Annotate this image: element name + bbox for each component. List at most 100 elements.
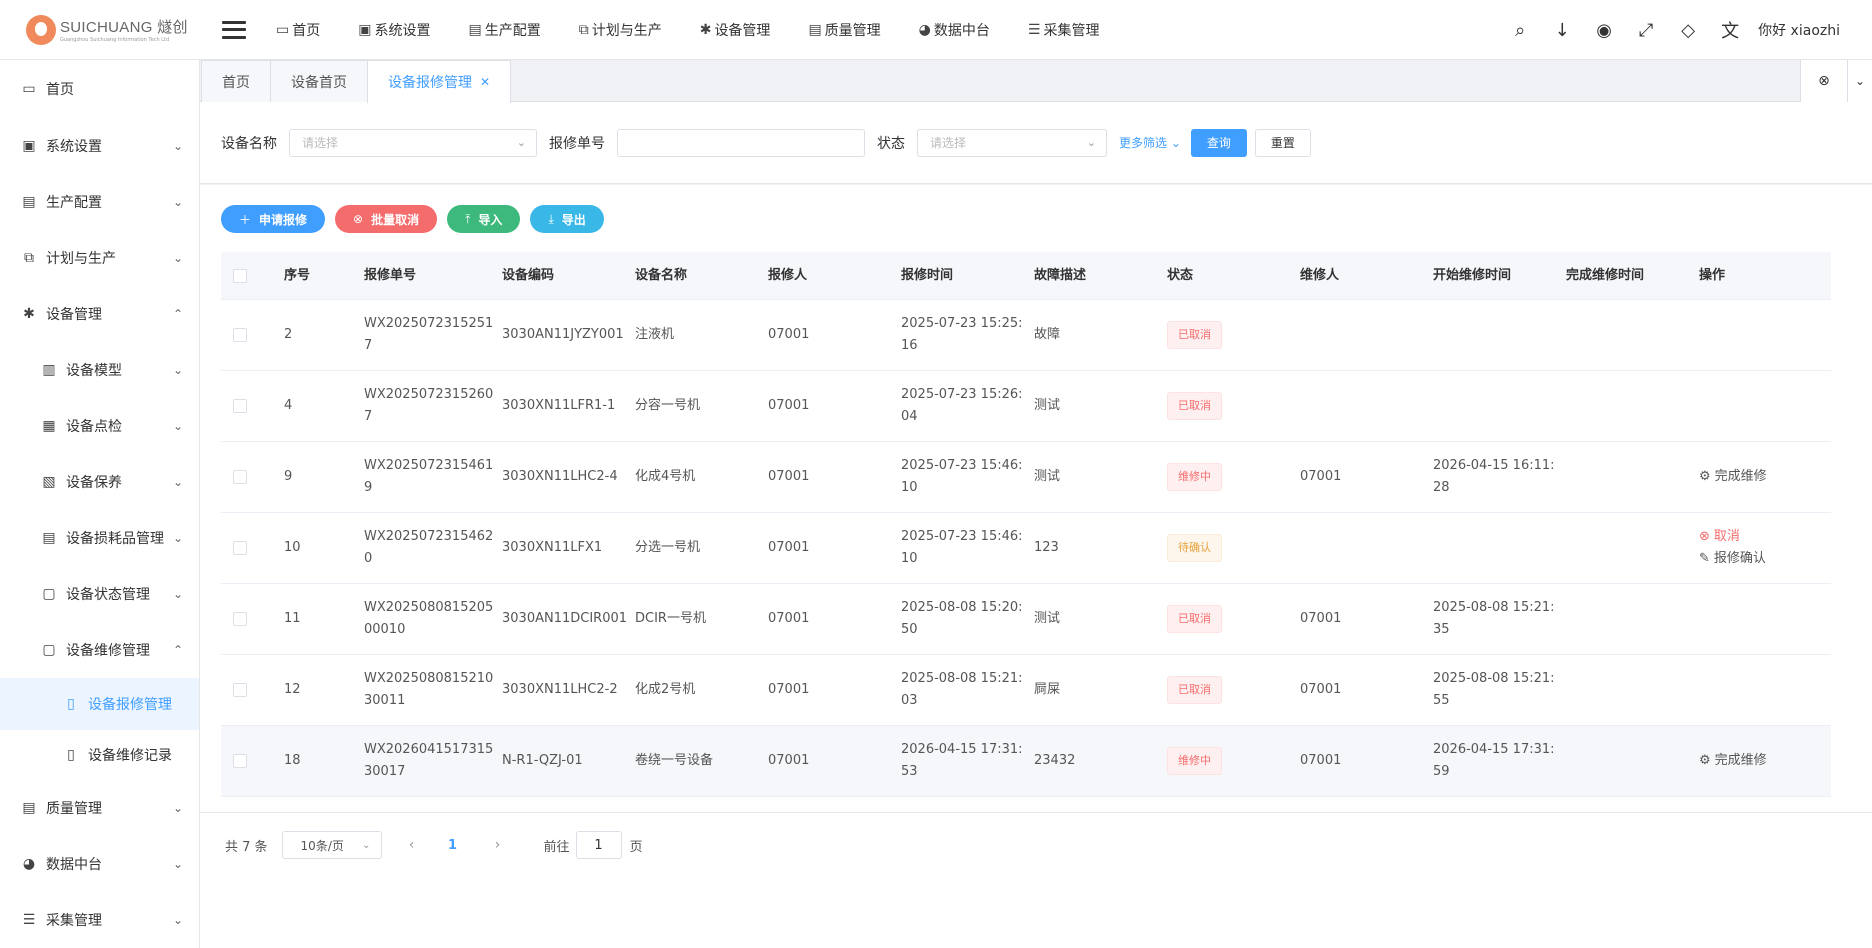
cancel-link[interactable]: ⊗ 取消 [1699,526,1791,548]
prev-page-icon[interactable]: ‹ [392,837,432,853]
sidebar-item[interactable]: ⧉ 计划与生产 ⌄ [0,230,199,286]
repair-no-input[interactable] [617,128,865,157]
complete-repair-link[interactable]: ⚙ 完成维修 [1699,750,1791,772]
import-button[interactable]: ⤒ 导入 [447,205,521,233]
cell-seq: 9 [284,469,293,484]
select-all-checkbox[interactable] [233,268,247,283]
sidebar-item[interactable]: ▥ 设备模型 ⌄ [0,342,199,398]
table-row[interactable]: 9 WX20250723154619 3030XN11LHC2-4 化成4号机 0700… [221,442,1831,513]
chevron-down-icon: ⌄ [172,587,183,601]
table-row[interactable]: 10 WX20250723154620 3030XN11LFX1 分选一号机 07001… [221,513,1831,584]
sidebar-item[interactable]: ▢ 设备维修管理 ⌃ [0,622,199,678]
sidebar-item[interactable]: ▤ 质量管理 ⌄ [0,780,199,836]
topnav-item[interactable]: ☰ 采集管理 [1028,20,1100,40]
row-checkbox[interactable] [233,399,247,413]
chevron-down-icon[interactable]: ⌄ [1848,60,1872,102]
sidebar-item[interactable]: ▢ 设备状态管理 ⌄ [0,566,199,622]
row-checkbox[interactable] [233,754,247,768]
batch-cancel-label: 批量取消 [371,212,420,227]
sidebar-item[interactable]: ☰ 采集管理 ⌄ [0,892,199,948]
filter-bar: 设备名称 请选择 ⌄ 报修单号 状态 请选择 ⌄ 更多筛选 ⌄ 查询 重置 [200,102,1872,184]
table-row[interactable]: 18 WX202604151731530017 N-R1-QZJ-01 卷绕一号设备 0… [221,726,1831,797]
sidebar-item[interactable]: ▦ 设备点检 ⌄ [0,398,199,454]
header-cell: 报修时间 [901,267,954,283]
tab-home[interactable]: 首页 [201,60,271,102]
logo-subtitle: Guangzhou Suichuang Information Tech Ltd [60,37,170,43]
topnav-item[interactable]: ⧉ 计划与生产 [579,20,662,40]
cell-desc: 23432 [1034,753,1076,768]
briefcase-icon: ▤ [468,21,482,38]
folder-icon: ▢ [42,642,56,658]
apply-repair-button[interactable]: ＋ 申请报修 [221,205,326,233]
tab-repair-request[interactable]: 设备报修管理 ✕ [367,60,512,103]
page-number[interactable]: 1 [438,838,468,853]
repair-table: 序号 报修单号 设备编码 设备名称 报修人 报修时间 故障描述 状态 维修人 开始维修时间 完成维修… [221,252,1831,797]
cell-seq: 12 [284,682,301,697]
sidebar-item[interactable]: ✱ 设备管理 ⌃ [0,286,199,342]
cell-start: 2026-04-15 16:11:28 [1433,458,1555,495]
sidebar-item[interactable]: ▣ 系统设置 ⌄ [0,118,199,174]
cell-desc: 测试 [1034,398,1061,413]
cell-seq: 10 [284,540,301,555]
status-select[interactable]: 请选择 ⌄ [917,128,1107,157]
row-checkbox[interactable] [233,612,247,626]
table-row[interactable]: 4 WX20250723152607 3030XN11LFR1-1 分容一号机 0700… [221,371,1831,442]
query-button[interactable]: 查询 [1190,128,1247,157]
sidebar-item[interactable]: ◕ 数据中台 ⌄ [0,836,199,892]
sidebar-item[interactable]: ▤ 设备损耗品管理 ⌄ [0,510,199,566]
confirm-repair-link[interactable]: ✎ 报修确认 [1699,548,1791,570]
search-icon[interactable]: ⌕ [1510,20,1530,41]
row-checkbox[interactable] [233,328,247,342]
goto-page-input[interactable]: 1 [575,831,622,859]
topnav-item[interactable]: ◕ 数据中台 [919,20,990,40]
translate-icon[interactable]: 文 [1720,17,1740,43]
diamond-icon[interactable]: ◇ [1678,20,1698,41]
page-size-select[interactable]: 10条/页 ⌄ [281,831,382,859]
table-row[interactable]: 2 WX20250723152517 3030AN11JYZY001 注液机 07001… [221,300,1831,371]
cell-seq: 2 [284,327,293,342]
more-filters-link[interactable]: 更多筛选 ⌄ [1119,134,1181,151]
topnav-item[interactable]: ✱ 设备管理 [700,20,771,40]
tab-device-home[interactable]: 设备首页 [270,60,368,102]
cell-desc: 故障 [1034,327,1061,342]
sidebar-item[interactable]: ▯ 设备报修管理 [0,678,199,730]
complete-repair-link[interactable]: ⚙ 完成维修 [1699,466,1791,488]
row-checkbox[interactable] [233,683,247,697]
fullscreen-icon[interactable]: ⤢ [1636,20,1656,41]
briefcase-icon: ▤ [22,194,36,210]
sidebar-item[interactable]: ▧ 设备保养 ⌄ [0,454,199,510]
sidebar-item[interactable]: ▤ 生产配置 ⌄ [0,174,199,230]
menu-toggle-icon[interactable] [222,20,246,39]
next-page-icon[interactable]: › [478,837,518,853]
topnav-item[interactable]: ▣ 系统设置 [358,20,430,40]
topnav-item[interactable]: ▭ 首页 [276,20,320,40]
topnav-item[interactable]: ▤ 质量管理 [808,20,880,40]
table-row[interactable]: 12 WX202508081521030011 3030XN11LHC2-2 化成2号… [221,655,1831,726]
status-placeholder: 请选择 [930,136,967,150]
cell-name: 化成4号机 [635,469,696,484]
cell-repairer: 07001 [1300,469,1342,484]
topnav-label: 生产配置 [484,22,541,39]
export-button[interactable]: ⤓ 导出 [530,205,604,233]
device-name-select[interactable]: 请选择 ⌄ [289,128,537,157]
operations-cell: ⚙ 完成维修 [1699,466,1799,488]
sidebar-item[interactable]: ▯ 设备维修记录 [0,730,199,780]
row-checkbox[interactable] [233,541,247,555]
row-checkbox[interactable] [233,470,247,484]
topnav-item[interactable]: ▤ 生产配置 [468,20,540,40]
gear-icon: ⚙ [1699,753,1711,768]
batch-cancel-button[interactable]: ⊗ 批量取消 [335,205,438,233]
download-icon[interactable]: ↓ [1552,20,1572,41]
close-tabs-icon[interactable]: ⊗ [1801,60,1848,102]
cell-seq: 11 [284,611,301,626]
user-greeting[interactable]: 你好 xiaozhi [1758,20,1840,40]
table-row[interactable]: 11 WX202508081520500010 3030AN11DCIR001 DCI… [221,584,1831,655]
close-icon[interactable]: ✕ [480,75,490,89]
reset-button[interactable]: 重置 [1254,128,1311,157]
user-settings-icon: ▣ [22,138,36,154]
export-label: 导出 [561,212,586,227]
cell-no: WX20250723154619 [364,458,494,495]
maintenance-icon: ▧ [42,474,56,490]
record-icon[interactable]: ◉ [1594,20,1614,41]
sidebar-item[interactable]: ▭ 首页 [0,60,199,118]
